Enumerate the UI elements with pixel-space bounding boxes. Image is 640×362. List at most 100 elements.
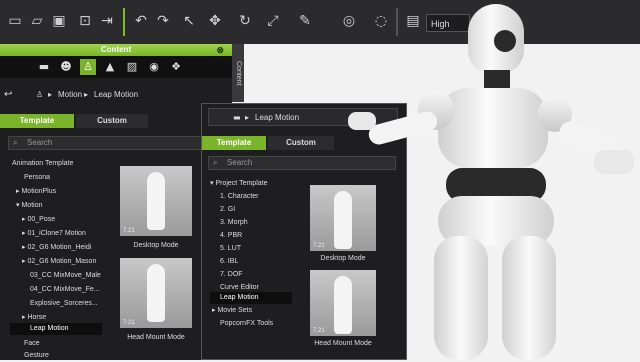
thumbnail[interactable]: 7.21 [120,258,192,328]
tree-item-label: 02_G6 Motion_Heidi [27,244,92,251]
category-icon-bar: ▬ ☻ ♙ ▲ ▨ ◉ ❖ [0,56,232,78]
breadcrumb: ↩ ♙ ▸ Motion ▸ Leap Motion [0,86,232,104]
pen-icon[interactable]: ✎ [296,12,314,30]
tab-template[interactable]: Template [0,114,74,128]
tree-item[interactable]: 5. LUT [220,243,296,255]
tab-custom[interactable]: Custom [268,136,334,150]
redo-icon[interactable]: ↷ [154,12,172,30]
open-folder-icon[interactable]: ▱ [28,12,46,30]
tree-item[interactable]: 2. GI [220,204,296,216]
motion-small-icon: ♙ [36,90,44,99]
breadcrumb-item[interactable]: Leap Motion [255,109,299,127]
image-icon[interactable]: ▨ [124,59,140,75]
undo-icon[interactable]: ↶ [132,12,150,30]
breadcrumb-item[interactable]: Leap Motion [94,86,138,104]
tree-item[interactable]: 04_CC MixMove_Fe... [30,284,106,296]
toolbar-separator [123,8,125,36]
robot-thumbnail-image [147,264,165,322]
tree-item-label: Movie Sets [217,307,253,314]
tree-item[interactable]: Explosive_Sorceres... [30,298,106,310]
film-icon[interactable]: ◉ [146,59,162,75]
tree-item[interactable]: 7. DOF [220,269,296,281]
robot-thumbnail-image [334,276,352,334]
robot-hand [594,150,634,174]
robot-thumbnail-image [147,172,165,230]
tab-template[interactable]: Template [202,136,266,150]
tree-item[interactable]: 03_CC MixMove_Male [30,270,106,282]
tree-item[interactable]: ▸ 01_iClone7 Motion [22,228,106,240]
tree-item[interactable]: 1. Character [220,191,296,203]
robot-character-illustration [348,0,640,360]
tree-item[interactable]: Persona [24,172,106,184]
breadcrumb-chevron-icon: ▸ [84,90,89,99]
tab-custom[interactable]: Custom [76,114,148,128]
tree-item[interactable]: 6. IBL [220,256,296,268]
tree-item-selected[interactable]: Leap Motion [10,323,102,335]
tree-item-label: Motion [21,202,43,209]
tree-item[interactable]: Face [24,338,106,350]
breadcrumb-item[interactable]: Motion [58,86,82,104]
search-input[interactable]: ⌕ Search [8,136,204,150]
select-icon[interactable]: ↖ [180,12,198,30]
search-icon: ⌕ [213,158,218,167]
tree-item[interactable]: 4. PBR [220,230,296,242]
thumbnail-caption: Head Mount Mode [127,334,185,341]
search-input[interactable]: ⌕ Search [208,156,396,170]
robot-ear [494,30,516,52]
tree-item[interactable]: ▸ MotionPlus [16,186,106,198]
project-icon[interactable]: ▬ [36,59,52,75]
version-badge: 7.21 [313,243,325,249]
tree-item[interactable]: ▾ Project Template [210,178,296,190]
tree-item-label: MotionPlus [21,188,57,195]
camera-icon[interactable]: ◎ [340,12,358,30]
import-icon[interactable]: ⊡ [76,12,94,30]
tree-item-label: 01_iClone7 Motion [27,230,86,237]
version-badge: 7.21 [123,320,135,326]
export-icon[interactable]: ⇥ [98,12,116,30]
robot-leg [502,236,556,360]
tree-item[interactable]: ▸ Movie Sets [212,305,296,317]
back-icon[interactable]: ↩ [4,86,12,104]
search-placeholder: Search [227,158,253,167]
robot-torso [438,88,548,168]
robot-leg [434,236,488,360]
thumbnail-caption: Desktop Mode [133,242,179,249]
scale-icon[interactable]: ⤢ [264,12,282,30]
content-panel-title: Content ⊗ [0,44,232,56]
thumbnail-caption: Head Mount Mode [314,340,372,347]
tree-item-selected[interactable]: Leap Motion [210,292,292,304]
rotate-icon[interactable]: ↻ [236,12,254,30]
tree-item-label: Project Template [215,180,268,187]
tree-item[interactable]: ▸ 00_Pose [22,214,106,226]
tree-item[interactable]: PopcornFX Tools [220,318,296,330]
thumbnail[interactable]: 7.21 [310,270,376,336]
close-icon[interactable]: ⊗ [216,44,224,56]
tree-item-label: Horse [27,314,47,321]
props-icon[interactable]: ❖ [168,59,184,75]
save-icon[interactable]: ▣ [50,12,68,30]
motion-icon[interactable]: ♙ [80,59,96,75]
eye-icon[interactable]: ◌ [372,12,390,30]
tree-item[interactable]: Gesture [24,350,106,362]
search-icon: ⌕ [13,138,18,147]
new-file-icon[interactable]: ▭ [6,12,24,30]
tree-item[interactable]: ▸ 02_G6 Motion_Heidi [22,242,106,254]
version-badge: 7.21 [123,228,135,234]
folder-icon: ▬ [233,113,241,122]
thumbnail[interactable]: 7.21 [120,166,192,236]
version-badge: 7.21 [313,328,325,334]
move-icon[interactable]: ✥ [206,12,224,30]
robot-hand [348,112,376,130]
thumbnail[interactable]: 7.21 [310,185,376,251]
avatar-icon[interactable]: ☻ [58,59,74,75]
search-placeholder: Search [27,138,53,147]
tree-item[interactable]: 3. Morph [220,217,296,229]
tree-item-label: 00_Pose [27,216,56,223]
tree-item[interactable]: ▾ Motion [16,200,106,212]
tree-item[interactable]: ▸ 02_G6 Motion_Mason [22,256,106,268]
breadcrumb-chevron-icon: ▸ [245,113,250,122]
scene-icon[interactable]: ▲ [102,59,118,75]
side-tab-content[interactable]: Content [232,44,244,102]
tree-item[interactable]: Animation Template [12,158,106,170]
robot-thumbnail-image [334,191,352,249]
